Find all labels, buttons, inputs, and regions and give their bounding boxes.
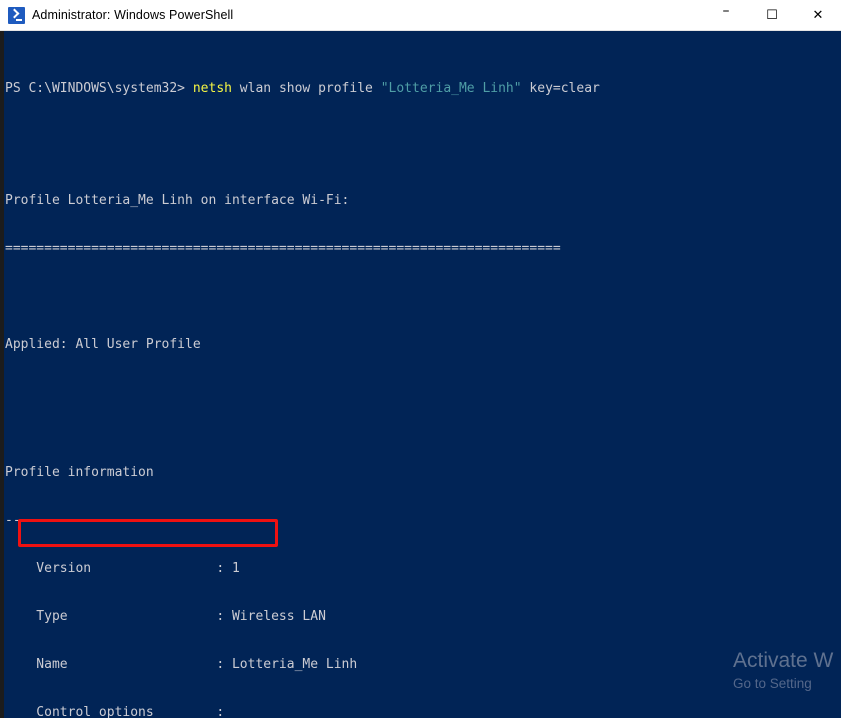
title-bar: Administrator: Windows PowerShell – ☐ ✕ — [0, 0, 841, 31]
title-bar-left: Administrator: Windows PowerShell — [0, 6, 703, 24]
row-name: Name : Lotteria_Me Linh — [5, 657, 358, 672]
powershell-window: Administrator: Windows PowerShell – ☐ ✕ … — [0, 0, 841, 718]
applied-line: Applied: All User Profile — [5, 337, 201, 352]
maximize-icon: ☐ — [766, 7, 778, 23]
close-icon: ✕ — [812, 7, 824, 23]
row-type: Type : Wireless LAN — [5, 609, 326, 624]
profile-header: Profile Lotteria_Me Linh on interface Wi… — [5, 193, 350, 208]
activate-windows-watermark: Activate W Go to Setting — [733, 648, 841, 694]
console-body[interactable]: PS C:\WINDOWS\system32> netsh wlan show … — [0, 31, 841, 718]
section-heading-profile-information: Profile information — [5, 465, 154, 480]
close-button[interactable]: ✕ — [795, 0, 841, 31]
command-profile-name: "Lotteria_Me Linh" — [380, 81, 522, 96]
prompt-path: PS C:\WINDOWS\system32> — [5, 81, 193, 96]
watermark-subtitle: Go to Setting — [733, 676, 812, 691]
powershell-icon — [8, 6, 25, 24]
console-left-edge — [0, 31, 4, 718]
minimize-icon: – — [722, 3, 730, 19]
command-name: netsh — [192, 81, 232, 96]
command-args: wlan show profile — [231, 81, 381, 96]
watermark-title: Activate W — [733, 649, 834, 672]
command-key-flag: key=clear — [521, 81, 600, 96]
window-title: Administrator: Windows PowerShell — [32, 8, 234, 22]
section-rule: ------------------- — [5, 513, 154, 528]
header-rule: ========================================… — [5, 241, 561, 256]
command-line: PS C:\WINDOWS\system32> netsh wlan show … — [5, 81, 841, 97]
row-version: Version : 1 — [5, 561, 240, 576]
window-controls: – ☐ ✕ — [703, 0, 841, 31]
row-control-options: Control options : — [5, 705, 225, 718]
minimize-button[interactable]: – — [703, 0, 749, 31]
console-output: PS C:\WINDOWS\system32> netsh wlan show … — [5, 33, 841, 718]
maximize-button[interactable]: ☐ — [749, 0, 795, 31]
